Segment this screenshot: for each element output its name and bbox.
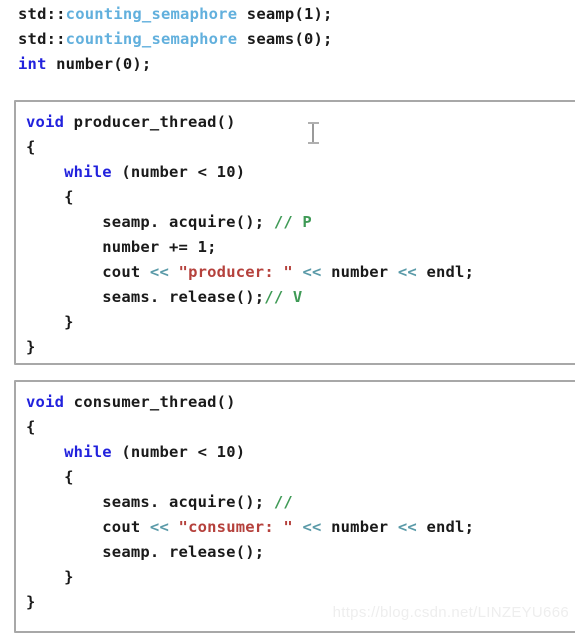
code-line: { <box>26 135 575 160</box>
code-line: seamp. acquire(); // P <box>26 210 575 235</box>
code-line: cout << "consumer: " << number << endl; <box>26 515 575 540</box>
code-token-plain: cout <box>26 518 150 536</box>
code-token-plain: number += 1; <box>26 238 217 256</box>
code-token-kw: int <box>18 55 47 73</box>
producer-thread-code: void producer_thread() { while (number < … <box>16 102 575 368</box>
code-line: } <box>26 335 575 360</box>
code-line: std::counting_semaphore seamp(1); <box>18 2 333 27</box>
code-token-str: "producer: " <box>178 263 293 281</box>
consumer-thread-code: void consumer_thread() { while (number < … <box>16 382 575 623</box>
code-token-op: << <box>302 518 322 536</box>
code-token-op: << <box>149 518 169 536</box>
code-token-kw: void <box>26 113 65 131</box>
code-token-plain: std:: <box>18 5 66 23</box>
code-line: while (number < 10) <box>26 440 575 465</box>
code-line: { <box>26 185 575 210</box>
declarations-block: std::counting_semaphore seamp(1); std::co… <box>18 2 333 77</box>
code-token-type: counting_semaphore <box>65 30 238 48</box>
consumer-thread-code-box[interactable]: void consumer_thread() { while (number < … <box>14 380 575 633</box>
code-token-cmt: // <box>273 493 293 511</box>
code-line: number += 1; <box>26 235 575 260</box>
code-token-cmt: // P <box>273 213 312 231</box>
code-token-op: << <box>397 263 417 281</box>
code-token-plain: producer_thread() <box>64 113 236 131</box>
code-token-plain: { <box>26 418 36 436</box>
code-line: { <box>26 415 575 440</box>
code-token-plain: } <box>26 568 74 586</box>
code-token-str: "consumer: " <box>178 518 293 536</box>
code-token-plain: } <box>26 338 36 356</box>
code-line: std::counting_semaphore seams(0); <box>18 27 333 52</box>
code-line: cout << "producer: " << number << endl; <box>26 260 575 285</box>
code-token-plain: cout <box>26 263 150 281</box>
code-token-plain: std:: <box>18 30 66 48</box>
code-line: void producer_thread() <box>26 110 575 135</box>
code-token-plain: number(0); <box>46 55 152 73</box>
code-token-op: << <box>149 263 169 281</box>
code-token-plain: seamp(1); <box>237 5 333 23</box>
code-token-plain: endl; <box>416 518 475 536</box>
code-token-plain: (number < 10) <box>111 163 246 181</box>
code-token-plain: { <box>26 468 74 486</box>
code-token-plain: seamp. release(); <box>26 543 265 561</box>
code-token-cmt: // V <box>264 288 303 306</box>
code-token-op: << <box>397 518 417 536</box>
code-token-plain: consumer_thread() <box>64 393 236 411</box>
code-token-plain: seams(0); <box>237 30 333 48</box>
producer-thread-code-box[interactable]: void producer_thread() { while (number < … <box>14 100 575 365</box>
code-line: seams. release();// V <box>26 285 575 310</box>
code-token-plain: (number < 10) <box>111 443 246 461</box>
code-line: seams. acquire(); // <box>26 490 575 515</box>
code-token-plain: number <box>321 518 398 536</box>
code-token-plain: endl; <box>416 263 475 281</box>
code-token-plain: number <box>321 263 398 281</box>
code-line: { <box>26 465 575 490</box>
code-token-plain: } <box>26 313 74 331</box>
code-token-plain: { <box>26 138 36 156</box>
code-line: } <box>26 310 575 335</box>
code-line: } <box>26 565 575 590</box>
code-token-op: << <box>302 263 322 281</box>
code-line: int number(0); <box>18 52 333 77</box>
code-token-kw: void <box>26 393 65 411</box>
watermark-text: https://blog.csdn.net/LINZEYU666 <box>332 604 569 621</box>
code-line: seamp. release(); <box>26 540 575 565</box>
code-token-plain: seamp. acquire(); <box>26 213 274 231</box>
code-token-kw: while <box>64 443 112 461</box>
code-line: void consumer_thread() <box>26 390 575 415</box>
code-token-kw: while <box>64 163 112 181</box>
code-token-plain: { <box>26 188 74 206</box>
code-token-plain: seams. release(); <box>26 288 265 306</box>
code-line: while (number < 10) <box>26 160 575 185</box>
code-token-plain: } <box>26 593 36 611</box>
code-token-plain: seams. acquire(); <box>26 493 274 511</box>
code-token-type: counting_semaphore <box>65 5 238 23</box>
